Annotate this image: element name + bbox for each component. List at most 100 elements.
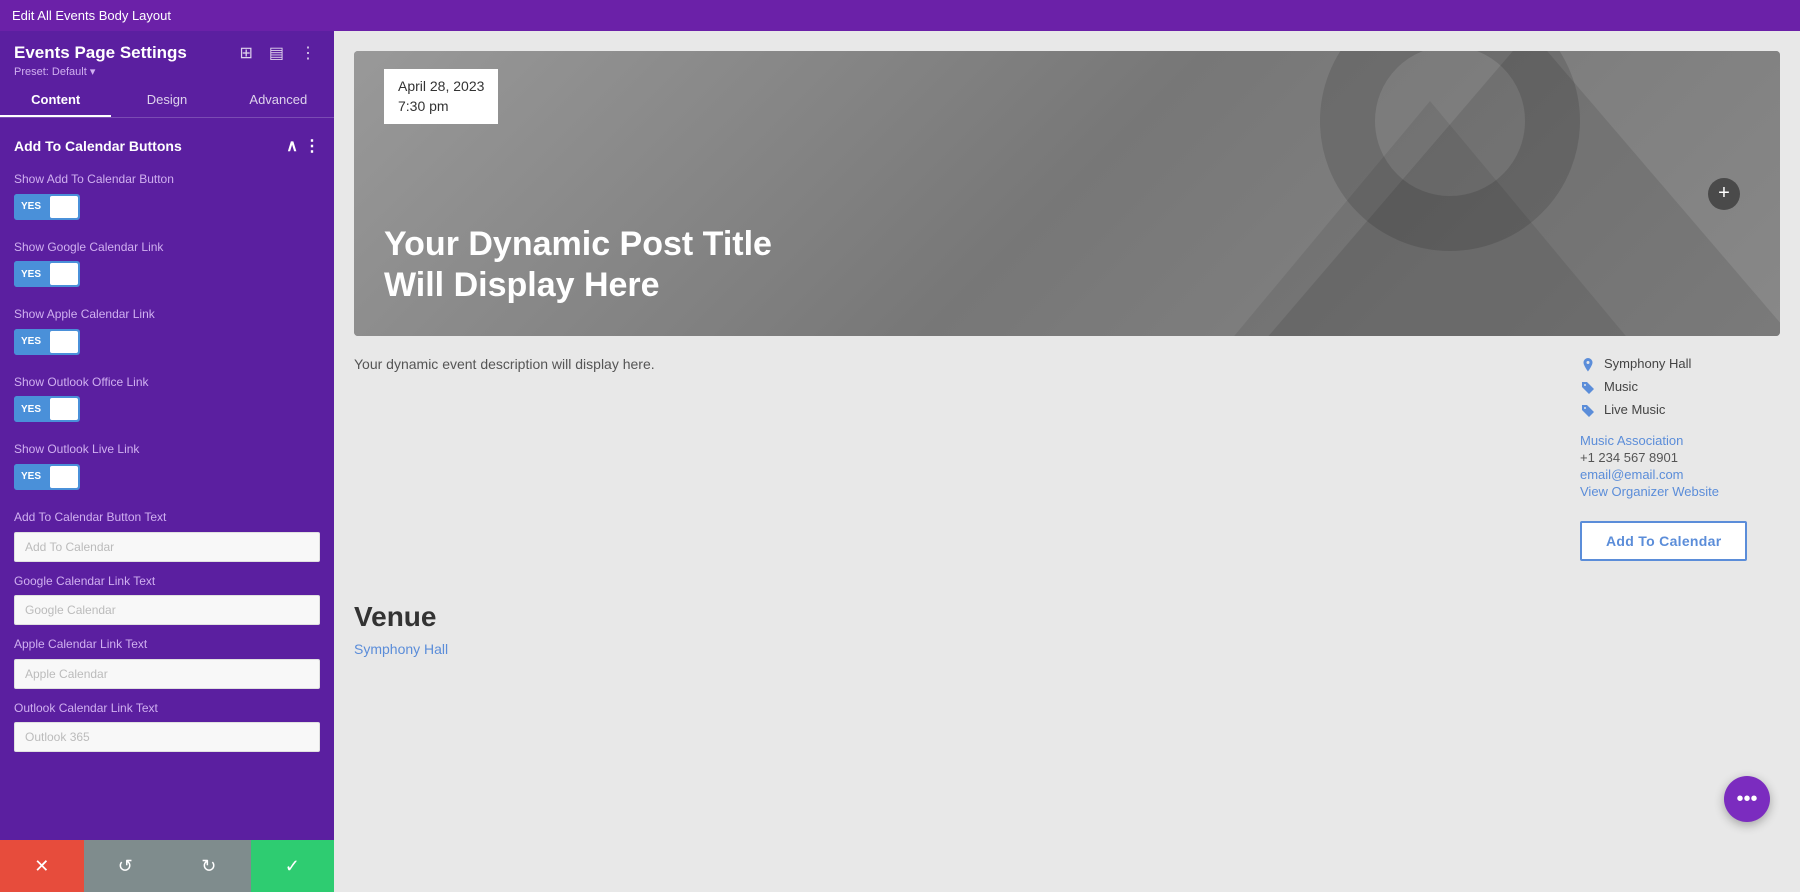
sidebar-icon-columns[interactable]: ▤ — [265, 41, 288, 65]
toggle-yes-label-1: YES — [14, 261, 48, 287]
input-outlook-calendar-text[interactable] — [14, 722, 320, 752]
section-dots-btn[interactable]: ⋮ — [304, 136, 320, 156]
setting-apple-calendar-text: Apple Calendar Link Text — [0, 629, 334, 693]
sidebar: Events Page Settings ⊞ ▤ ⋮ Preset: Defau… — [0, 31, 334, 892]
tab-advanced[interactable]: Advanced — [223, 84, 334, 117]
hero-title: Your Dynamic Post Title Will Display Her… — [384, 224, 784, 306]
fab-dots-icon: ••• — [1736, 788, 1757, 811]
organizer-website-link[interactable]: View Organizer Website — [1580, 484, 1780, 499]
location-icon — [1580, 357, 1596, 373]
save-button[interactable]: ✓ — [251, 840, 335, 892]
fab-button[interactable]: ••• — [1724, 776, 1770, 822]
bottom-bar: ✕ ↺ ↻ ✓ — [0, 840, 334, 892]
setting-show-apple-calendar: Show Apple Calendar Link YES — [0, 299, 334, 367]
top-bar: Edit All Events Body Layout — [0, 0, 1800, 31]
sidebar-icon-expand[interactable]: ⊞ — [235, 41, 256, 65]
toggle-knob-2 — [50, 331, 78, 353]
input-apple-calendar-text[interactable] — [14, 659, 320, 689]
toggle-wrap-outlook-office: YES — [14, 396, 320, 422]
sidebar-preset[interactable]: Preset: Default ▾ — [14, 65, 320, 78]
label-show-outlook-live: Show Outlook Live Link — [14, 442, 320, 458]
redo-icon: ↻ — [201, 856, 216, 877]
toggle-apple-calendar[interactable]: YES — [14, 329, 80, 355]
section-collapse-btn[interactable]: ∧ — [286, 136, 298, 156]
sidebar-header: Events Page Settings ⊞ ▤ ⋮ Preset: Defau… — [0, 31, 334, 84]
toggle-yes-label-4: YES — [14, 464, 48, 490]
add-to-calendar-button[interactable]: Add To Calendar — [1580, 521, 1747, 561]
undo-icon: ↺ — [118, 856, 133, 877]
toggle-wrap-google-calendar: YES — [14, 261, 320, 287]
toggle-knob-4 — [50, 466, 78, 488]
label-google-calendar-text: Google Calendar Link Text — [14, 574, 320, 590]
hero-plus-button[interactable]: + — [1708, 178, 1740, 210]
event-body: Your dynamic event description will disp… — [354, 356, 1780, 561]
top-bar-title: Edit All Events Body Layout — [12, 8, 171, 23]
undo-button[interactable]: ↺ — [84, 840, 168, 892]
event-description: Your dynamic event description will disp… — [354, 356, 1540, 561]
venue-name-link[interactable]: Symphony Hall — [354, 641, 448, 657]
label-outlook-calendar-text: Outlook Calendar Link Text — [14, 701, 320, 717]
meta-category-live-music: Live Music — [1580, 402, 1780, 419]
date-badge: April 28, 2023 7:30 pm — [384, 69, 498, 124]
organizer-section: Music Association +1 234 567 8901 email@… — [1580, 433, 1780, 499]
toggle-google-calendar[interactable]: YES — [14, 261, 80, 287]
tab-design[interactable]: Design — [111, 84, 222, 117]
toggle-knob-0 — [50, 196, 78, 218]
toggle-wrap-outlook-live: YES — [14, 464, 320, 490]
event-meta-sidebar: Symphony Hall Music Live Music Mus — [1580, 356, 1780, 561]
toggle-wrap-apple-calendar: YES — [14, 329, 320, 355]
main-content: April 28, 2023 7:30 pm Your Dynamic Post… — [334, 31, 1800, 892]
venue-title: Venue — [354, 601, 1780, 633]
label-show-add-to-calendar: Show Add To Calendar Button — [14, 172, 320, 188]
tab-content[interactable]: Content — [0, 84, 111, 117]
toggle-outlook-live[interactable]: YES — [14, 464, 80, 490]
setting-outlook-calendar-text: Outlook Calendar Link Text — [0, 693, 334, 757]
meta-location: Symphony Hall — [1580, 356, 1780, 373]
save-icon: ✓ — [285, 856, 300, 877]
label-show-outlook-office: Show Outlook Office Link — [14, 375, 320, 391]
setting-show-add-to-calendar: Show Add To Calendar Button YES — [0, 164, 334, 232]
toggle-outlook-office[interactable]: YES — [14, 396, 80, 422]
venue-section: Venue Symphony Hall — [354, 601, 1780, 659]
section-controls: ∧ ⋮ — [286, 136, 320, 156]
label-add-to-calendar-text: Add To Calendar Button Text — [14, 510, 320, 526]
setting-google-calendar-text: Google Calendar Link Text — [0, 566, 334, 630]
input-google-calendar-text[interactable] — [14, 595, 320, 625]
toggle-yes-label-3: YES — [14, 396, 48, 422]
meta-category-live-music-text: Live Music — [1604, 402, 1665, 417]
hero-shape-triangle-2 — [1180, 101, 1680, 336]
meta-category-music-text: Music — [1604, 379, 1638, 394]
label-apple-calendar-text: Apple Calendar Link Text — [14, 637, 320, 653]
date-line2: 7:30 pm — [398, 97, 484, 117]
setting-add-to-calendar-text: Add To Calendar Button Text — [0, 502, 334, 566]
setting-show-google-calendar: Show Google Calendar Link YES — [0, 232, 334, 300]
meta-location-text: Symphony Hall — [1604, 356, 1691, 371]
toggle-wrap-add-to-calendar: YES — [14, 194, 320, 220]
setting-show-outlook-office: Show Outlook Office Link YES — [0, 367, 334, 435]
label-show-apple-calendar: Show Apple Calendar Link — [14, 307, 320, 323]
meta-category-music: Music — [1580, 379, 1780, 396]
toggle-knob-1 — [50, 263, 78, 285]
redo-button[interactable]: ↻ — [167, 840, 251, 892]
label-show-google-calendar: Show Google Calendar Link — [14, 240, 320, 256]
main-layout: Events Page Settings ⊞ ▤ ⋮ Preset: Defau… — [0, 31, 1800, 892]
sidebar-content: Add To Calendar Buttons ∧ ⋮ Show Add To … — [0, 118, 334, 840]
section-header-calendar: Add To Calendar Buttons ∧ ⋮ — [0, 128, 334, 164]
input-add-to-calendar-text[interactable] — [14, 532, 320, 562]
organizer-phone: +1 234 567 8901 — [1580, 450, 1780, 465]
sidebar-tabs: Content Design Advanced — [0, 84, 334, 118]
event-hero: April 28, 2023 7:30 pm Your Dynamic Post… — [354, 51, 1780, 336]
tag-icon-live-music — [1580, 403, 1596, 419]
sidebar-icon-more[interactable]: ⋮ — [296, 41, 320, 65]
toggle-knob-3 — [50, 398, 78, 420]
section-title: Add To Calendar Buttons — [14, 138, 182, 154]
toggle-yes-label-0: YES — [14, 194, 48, 220]
setting-show-outlook-live: Show Outlook Live Link YES — [0, 434, 334, 502]
organizer-email-link[interactable]: email@email.com — [1580, 467, 1780, 482]
close-icon: ✕ — [34, 856, 49, 877]
toggle-add-to-calendar[interactable]: YES — [14, 194, 80, 220]
tag-icon-music — [1580, 380, 1596, 396]
date-line1: April 28, 2023 — [398, 77, 484, 97]
close-button[interactable]: ✕ — [0, 840, 84, 892]
organizer-name-link[interactable]: Music Association — [1580, 433, 1780, 448]
